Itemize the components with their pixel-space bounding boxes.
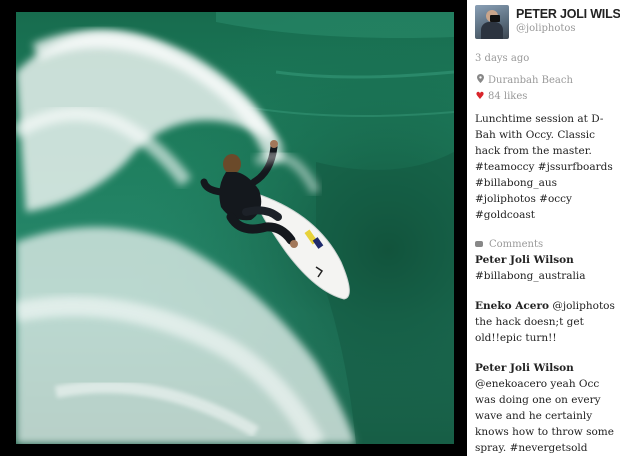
post-photo[interactable] <box>16 12 454 444</box>
avatar[interactable] <box>475 5 509 39</box>
instagram-post-view: PETER JOLI WILSON @joliphotos 3 days ago… <box>0 0 620 456</box>
comment-author[interactable]: Peter Joli Wilson <box>475 252 620 268</box>
likes-label: 84 likes <box>488 91 528 102</box>
heart-icon: ♥ <box>475 91 485 102</box>
comment-author[interactable]: Eneko Acero <box>475 300 549 312</box>
photo-frame <box>0 0 467 456</box>
comment-text: #billabong_australia <box>475 270 586 282</box>
surfer-photo-illustration <box>16 12 454 444</box>
profile-header: PETER JOLI WILSON @joliphotos <box>475 5 620 45</box>
comments-label: Comments <box>489 239 544 250</box>
profile-name[interactable]: PETER JOLI WILSON <box>516 7 620 21</box>
post-likes[interactable]: ♥ 84 likes <box>475 89 620 105</box>
post-caption: Lunchtime session at D-Bah with Occy. Cl… <box>475 113 613 221</box>
comment: Peter Joli Wilson #billabong_australia <box>475 252 620 284</box>
comments-header: Comments <box>475 239 620 250</box>
post-time: 3 days ago <box>475 53 530 64</box>
profile-handle[interactable]: @joliphotos <box>516 23 576 34</box>
location-label: Duranbah Beach <box>488 75 573 86</box>
comment: Peter Joli Wilson @enekoacero yeah Occ w… <box>475 360 620 456</box>
location-pin-icon <box>475 73 485 89</box>
post-sidebar: PETER JOLI WILSON @joliphotos 3 days ago… <box>467 0 620 456</box>
comment-text: @enekoacero yeah Occ was doing one on ev… <box>475 378 614 454</box>
comment-bubble-icon <box>475 241 483 247</box>
comment-author[interactable]: Peter Joli Wilson <box>475 360 620 376</box>
post-location[interactable]: Duranbah Beach <box>475 73 620 89</box>
comment: Eneko Acero @joliphotos the hack doesn;t… <box>475 298 620 346</box>
